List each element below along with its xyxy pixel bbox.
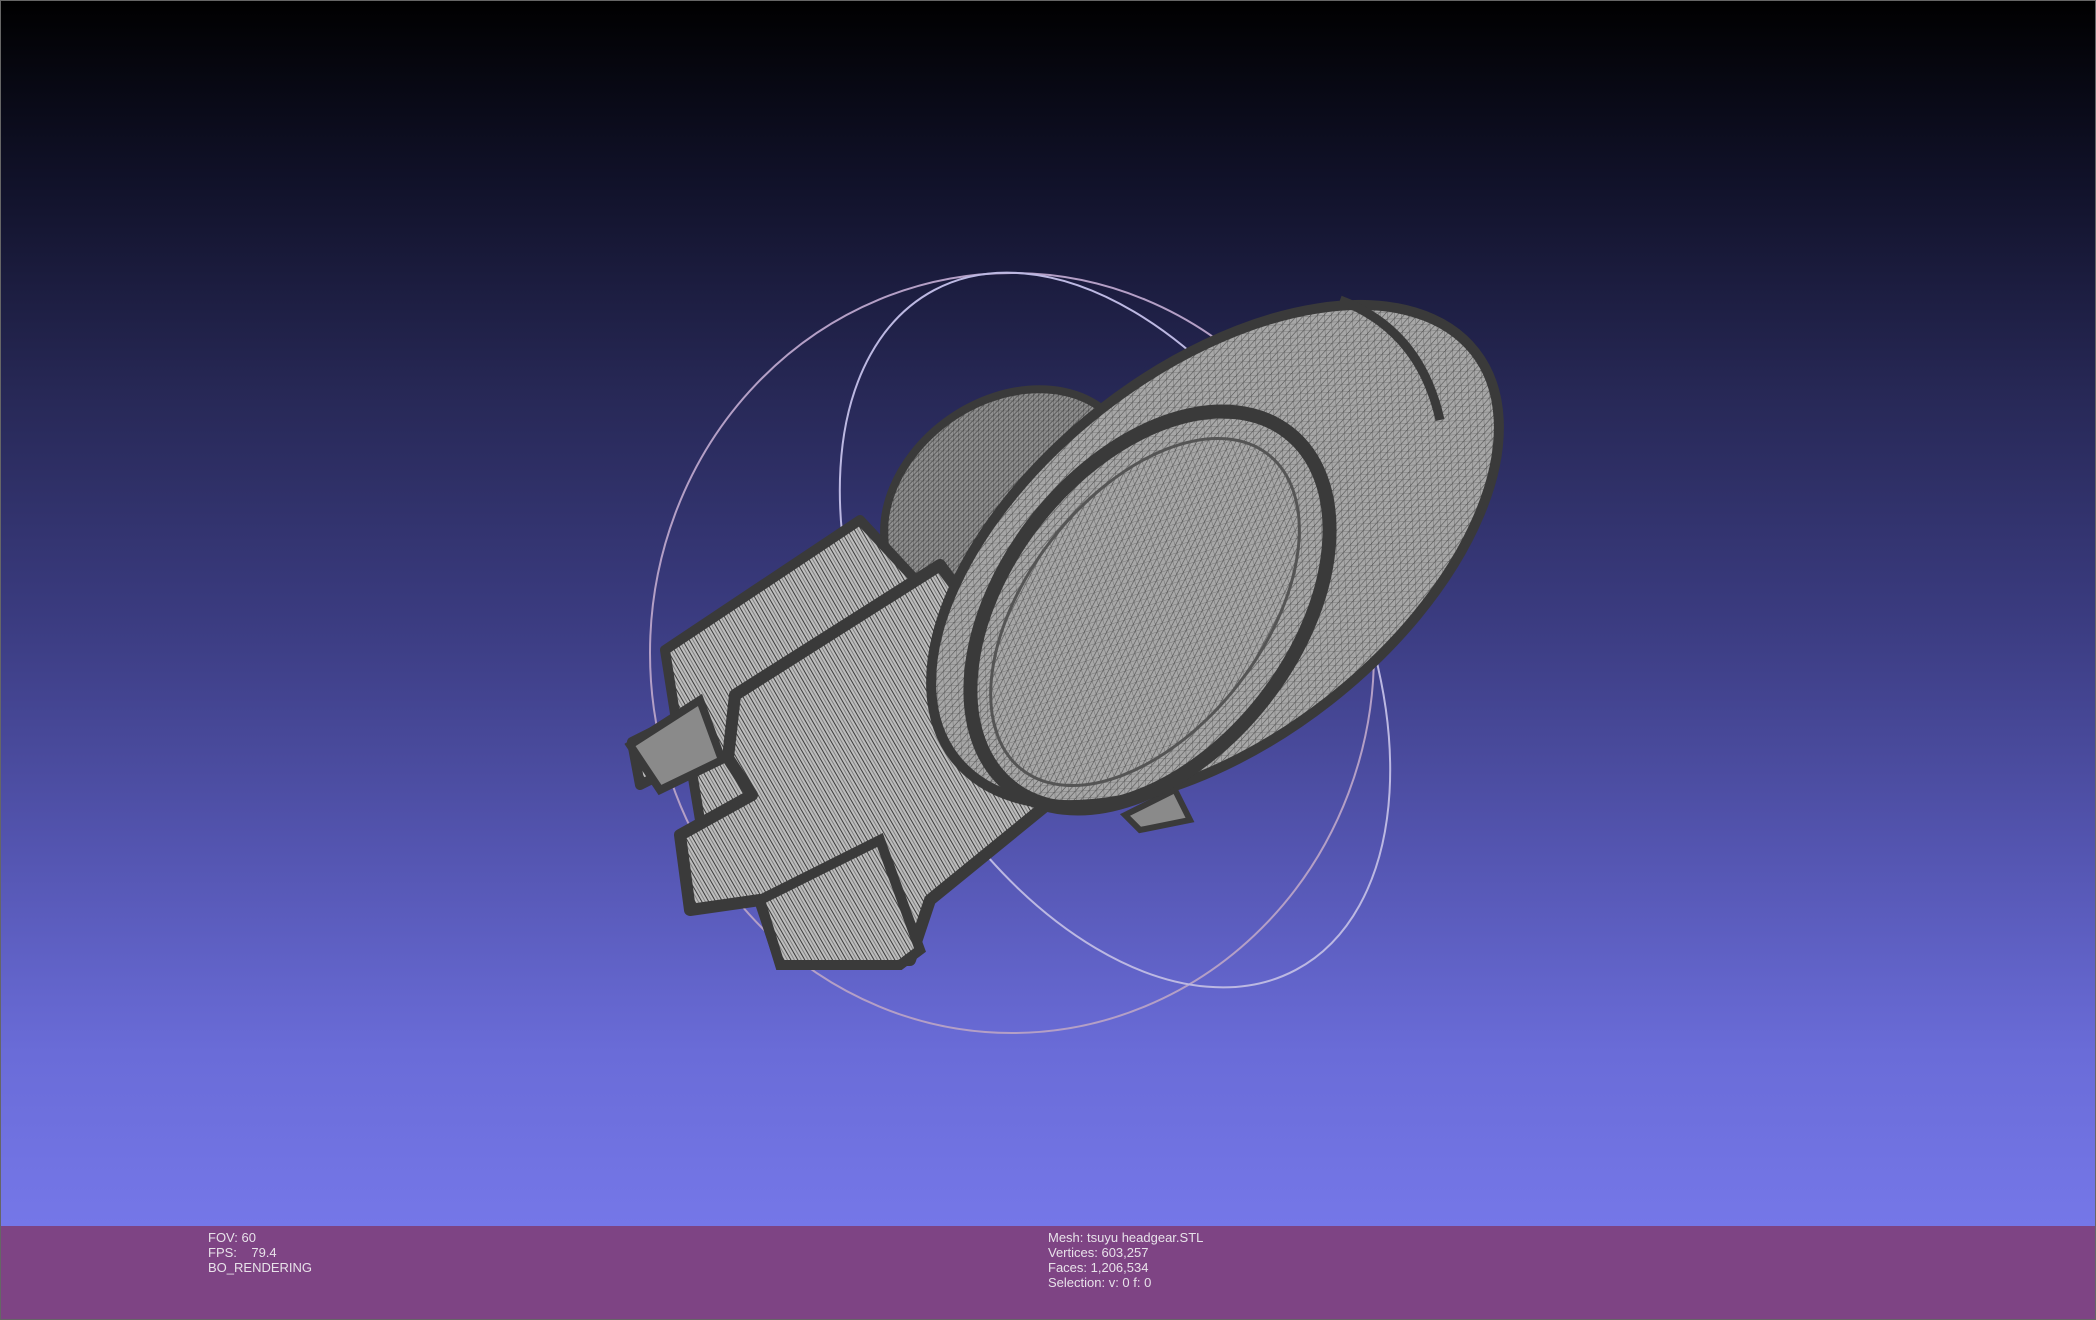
vertex-count: Vertices: 603,257 <box>1048 1245 1149 1260</box>
render-info: FOV: 60 FPS: 79.4 BO_RENDERING <box>208 1230 312 1275</box>
face-count: Faces: 1,206,534 <box>1048 1260 1149 1275</box>
mesh-name: Mesh: tsuyu headgear.STL <box>1048 1230 1204 1245</box>
fps-readout: FPS: 79.4 <box>208 1245 277 1260</box>
viewport-canvas[interactable] <box>0 0 2096 1226</box>
mesh-model[interactable] <box>624 206 1589 970</box>
mesh-info: Mesh: tsuyu headgear.STL Vertices: 603,2… <box>1048 1230 1203 1290</box>
fov-readout: FOV: 60 <box>208 1230 256 1245</box>
render-mode-readout: BO_RENDERING <box>208 1260 313 1275</box>
selection-count: Selection: v: 0 f: 0 <box>1048 1275 1152 1290</box>
status-bar: FOV: 60 FPS: 79.4 BO_RENDERING Mesh: tsu… <box>0 1226 2096 1320</box>
3d-viewport[interactable] <box>0 0 2096 1226</box>
